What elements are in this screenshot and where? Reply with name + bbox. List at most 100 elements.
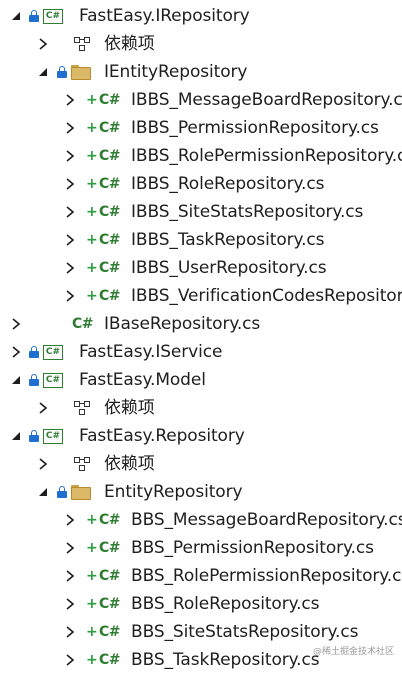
csharp-file-icon: C#	[99, 120, 121, 136]
tree-node-label: BBS_RolePermissionRepository.cs	[131, 566, 402, 586]
tree-node-label: IBBS_VerificationCodesRepository.cs	[131, 286, 402, 306]
tree-node-project[interactable]: C# FastEasy.IRepository	[0, 2, 402, 30]
tree-node-label: IBaseRepository.cs	[104, 314, 261, 334]
lock-icon	[29, 10, 39, 22]
collapsed-arrow-icon[interactable]	[63, 541, 77, 555]
lock-icon	[29, 374, 39, 386]
tree-node-csfile[interactable]: + C# IBBS_RoleRepository.cs	[0, 170, 402, 198]
tree-node-label: 依赖项	[104, 454, 155, 474]
collapsed-arrow-icon[interactable]	[63, 205, 77, 219]
collapsed-arrow-icon[interactable]	[63, 121, 77, 135]
collapsed-arrow-icon[interactable]	[63, 597, 77, 611]
tree-node-label: 依赖项	[104, 398, 155, 418]
tree-node-folder[interactable]: EntityRepository	[0, 478, 402, 506]
csharp-file-icon: C#	[99, 568, 121, 584]
tree-node-label: IBBS_RolePermissionRepository.cs	[131, 146, 402, 166]
collapsed-arrow-icon[interactable]	[63, 289, 77, 303]
csharp-project-icon: C#	[43, 8, 63, 24]
collapsed-arrow-icon[interactable]	[63, 513, 77, 527]
add-indicator-icon: +	[86, 568, 98, 584]
collapsed-arrow-icon[interactable]	[63, 149, 77, 163]
csharp-project-icon: C#	[43, 428, 63, 444]
csharp-file-icon: C#	[99, 232, 121, 248]
expanded-arrow-icon[interactable]	[9, 429, 23, 443]
collapsed-arrow-icon[interactable]	[63, 93, 77, 107]
csharp-file-icon: C#	[99, 596, 121, 612]
expanded-arrow-icon[interactable]	[36, 485, 50, 499]
tree-node-project[interactable]: C# FastEasy.IService	[0, 338, 402, 366]
collapsed-arrow-icon[interactable]	[36, 457, 50, 471]
csharp-file-icon: C#	[99, 148, 121, 164]
add-indicator-icon: +	[86, 624, 98, 640]
tree-node-csfile[interactable]: + C# BBS_PermissionRepository.cs	[0, 534, 402, 562]
tree-node-label: IEntityRepository	[104, 62, 248, 82]
lock-icon	[29, 430, 39, 442]
tree-node-dependencies[interactable]: 依赖项	[0, 30, 402, 58]
tree-node-csfile[interactable]: + C# IBBS_MessageBoardRepository.cs	[0, 86, 402, 114]
collapsed-arrow-icon[interactable]	[9, 317, 23, 331]
tree-node-folder[interactable]: IEntityRepository	[0, 58, 402, 86]
tree-node-label: BBS_PermissionRepository.cs	[131, 538, 374, 558]
tree-node-label: BBS_SiteStatsRepository.cs	[131, 622, 359, 642]
tree-node-csfile[interactable]: +C# IBBS_VerificationCodesRepository.cs	[0, 282, 402, 310]
collapsed-arrow-icon[interactable]	[63, 653, 77, 667]
add-indicator-icon: +	[86, 596, 98, 612]
tree-node-project[interactable]: C# FastEasy.Model	[0, 366, 402, 394]
tree-node-dependencies[interactable]: 依赖项	[0, 450, 402, 478]
csharp-file-icon: C#	[99, 204, 121, 220]
csharp-file-icon: C#	[99, 540, 121, 556]
tree-node-csfile[interactable]: + C# IBBS_TaskRepository.cs	[0, 226, 402, 254]
add-indicator-icon: +	[86, 176, 98, 192]
tree-node-label: IBBS_UserRepository.cs	[131, 258, 327, 278]
tree-node-label: EntityRepository	[104, 482, 243, 502]
tree-node-label: IBBS_SiteStatsRepository.cs	[131, 202, 364, 222]
csharp-file-icon: C#	[72, 316, 94, 332]
csharp-project-icon: C#	[43, 372, 63, 388]
lock-icon	[29, 346, 39, 358]
add-indicator-icon: +	[86, 260, 98, 276]
tree-node-dependencies[interactable]: 依赖项	[0, 394, 402, 422]
expanded-arrow-icon[interactable]	[9, 373, 23, 387]
collapsed-arrow-icon[interactable]	[63, 261, 77, 275]
dependencies-icon	[72, 400, 94, 416]
tree-node-csfile[interactable]: + C# BBS_SiteStatsRepository.cs	[0, 618, 402, 646]
csharp-file-icon: C#	[99, 288, 121, 304]
csharp-file-icon: C#	[99, 652, 121, 668]
tree-node-label: FastEasy.Model	[79, 370, 206, 390]
tree-node-label: IBBS_PermissionRepository.cs	[131, 118, 379, 138]
collapsed-arrow-icon[interactable]	[63, 177, 77, 191]
expanded-arrow-icon[interactable]	[36, 65, 50, 79]
collapsed-arrow-icon[interactable]	[63, 233, 77, 247]
dependencies-icon	[72, 36, 94, 52]
lock-icon	[57, 66, 67, 78]
tree-node-csfile[interactable]: + C# BBS_MessageBoardRepository.cs	[0, 506, 402, 534]
tree-node-label: IBBS_RoleRepository.cs	[131, 174, 325, 194]
tree-node-project[interactable]: C# FastEasy.Repository	[0, 422, 402, 450]
tree-node-csfile[interactable]: + C# IBBS_UserRepository.cs	[0, 254, 402, 282]
folder-icon	[71, 484, 91, 500]
dependencies-icon	[72, 456, 94, 472]
add-indicator-icon: +	[86, 232, 98, 248]
collapsed-arrow-icon[interactable]	[63, 625, 77, 639]
expanded-arrow-icon[interactable]	[9, 9, 23, 23]
tree-node-label: BBS_TaskRepository.cs	[131, 650, 320, 670]
tree-node-label: IBBS_MessageBoardRepository.cs	[131, 90, 402, 110]
tree-node-csfile[interactable]: + C# IBBS_PermissionRepository.cs	[0, 114, 402, 142]
collapsed-arrow-icon[interactable]	[36, 401, 50, 415]
tree-node-csfile[interactable]: + C# IBBS_SiteStatsRepository.cs	[0, 198, 402, 226]
tree-node-csfile[interactable]: C# IBaseRepository.cs	[0, 310, 402, 338]
folder-icon	[71, 64, 91, 80]
collapsed-arrow-icon[interactable]	[63, 569, 77, 583]
collapsed-arrow-icon[interactable]	[36, 37, 50, 51]
tree-node-label: BBS_MessageBoardRepository.cs	[131, 510, 402, 530]
add-indicator-icon: +	[86, 148, 98, 164]
add-indicator-icon: +	[86, 512, 98, 528]
tree-node-csfile[interactable]: + C# BBS_RoleRepository.cs	[0, 590, 402, 618]
tree-node-csfile[interactable]: + C# IBBS_RolePermissionRepository.cs	[0, 142, 402, 170]
tree-node-label: FastEasy.Repository	[79, 426, 245, 446]
add-indicator-icon: +	[86, 652, 98, 668]
collapsed-arrow-icon[interactable]	[9, 345, 23, 359]
tree-node-label: FastEasy.IRepository	[79, 6, 250, 26]
tree-node-csfile[interactable]: + C# BBS_RolePermissionRepository.cs	[0, 562, 402, 590]
add-indicator-icon: +	[86, 204, 98, 220]
